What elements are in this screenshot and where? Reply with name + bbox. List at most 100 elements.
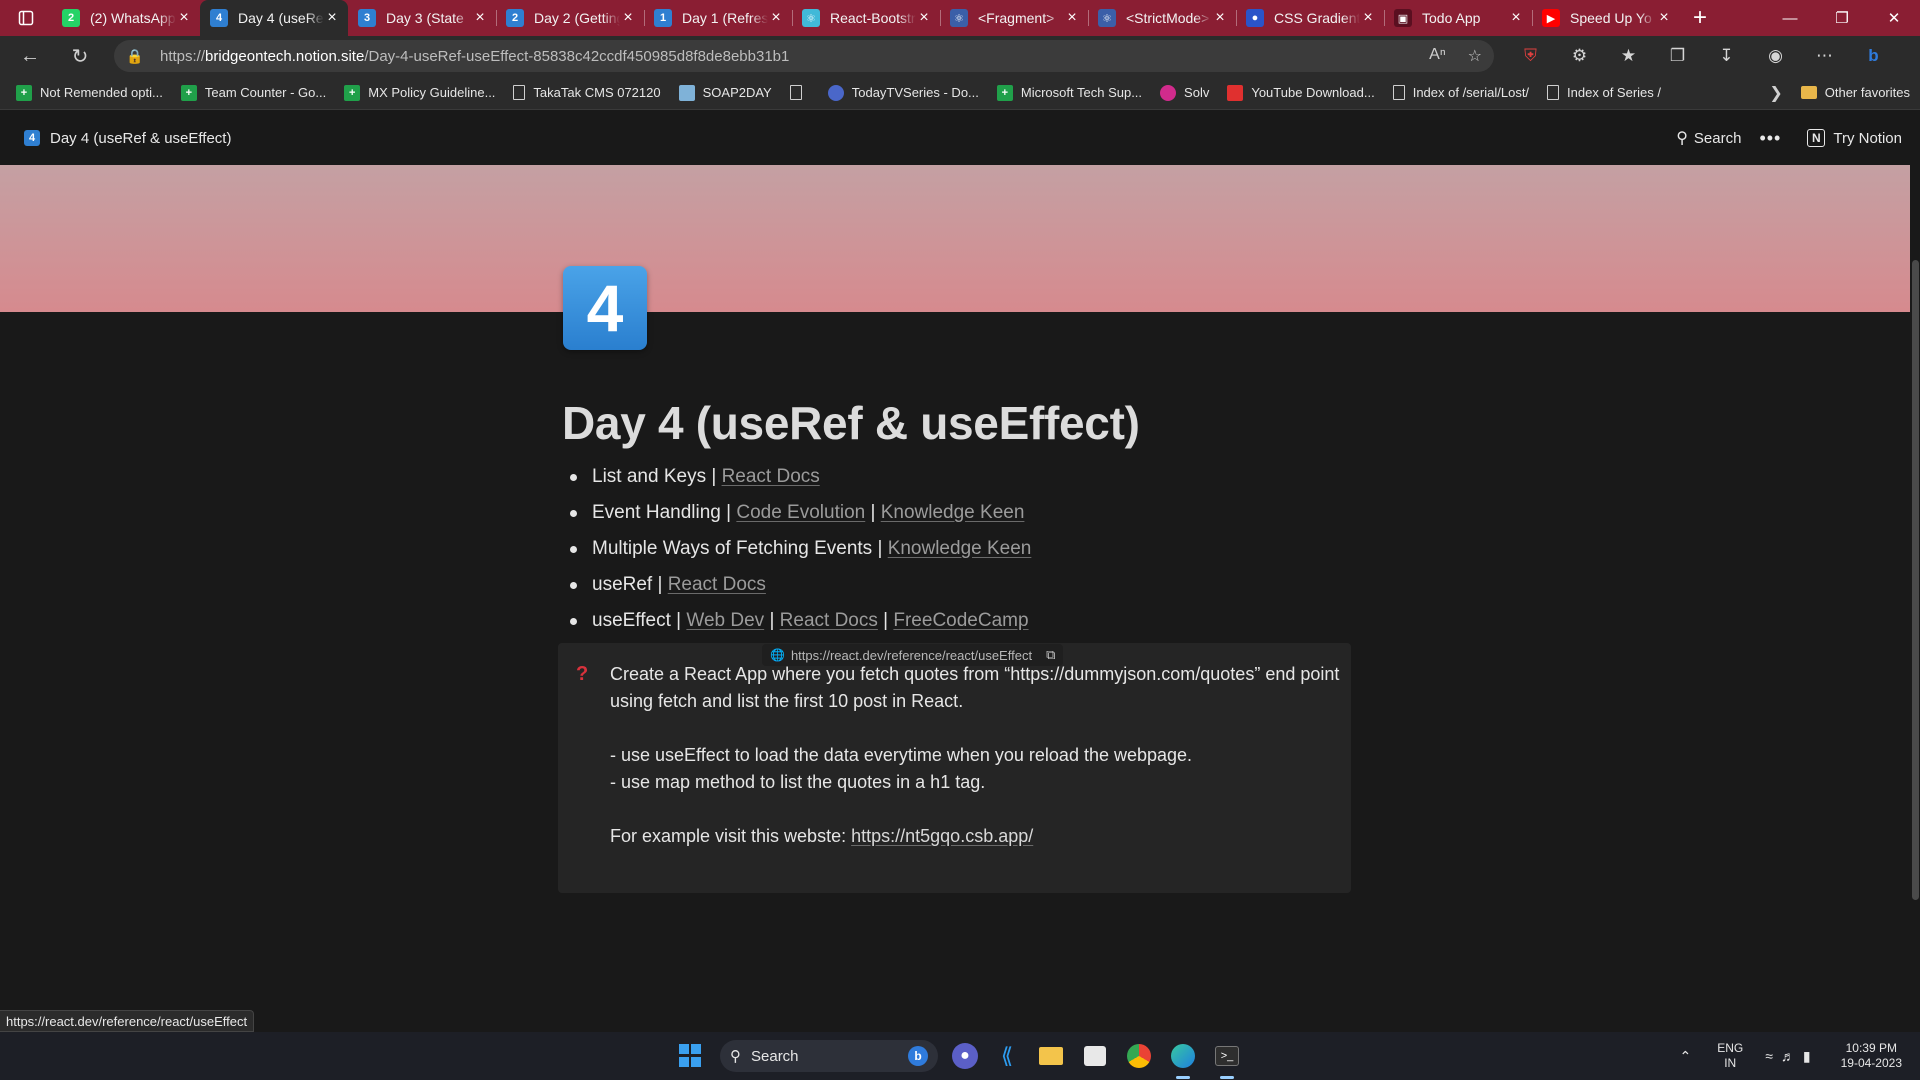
close-tab-icon[interactable]: × (1508, 9, 1524, 27)
resource-link[interactable]: React Docs (722, 466, 820, 487)
resource-link[interactable]: Code Evolution (736, 502, 865, 523)
wifi-volume-battery-icons[interactable]: ≈♬▮ (1765, 1048, 1818, 1065)
minimize-button[interactable]: — (1764, 0, 1816, 36)
close-tab-icon[interactable]: × (768, 9, 784, 27)
close-window-button[interactable]: ✕ (1868, 0, 1920, 36)
restore-button[interactable]: ❐ (1816, 0, 1868, 36)
browser-tab[interactable]: 3 Day 3 (State × (348, 0, 496, 36)
address-url[interactable]: https://bridgeontech.notion.site/Day-4-u… (160, 48, 789, 65)
language-indicator[interactable]: ENG IN (1717, 1041, 1743, 1071)
browser-tab[interactable]: 1 Day 1 (Refresh × (644, 0, 792, 36)
address-bar[interactable]: 🔒 https://bridgeontech.notion.site/Day-4… (114, 40, 1494, 72)
close-tab-icon[interactable]: × (324, 9, 340, 27)
bookmark-item[interactable]: + Team Counter - Go... (180, 84, 326, 101)
bookmark-item[interactable]: Solv (1160, 84, 1209, 101)
browser-tab[interactable]: 2 Day 2 (Getting × (496, 0, 644, 36)
bing-chat-icon[interactable]: b (1849, 46, 1898, 66)
example-link[interactable]: https://nt5gqo.csb.app/ (851, 826, 1033, 846)
close-tab-icon[interactable]: × (472, 9, 488, 27)
sheets-icon: + (180, 84, 197, 101)
edge-icon[interactable] (1168, 1041, 1198, 1079)
bookmark-item[interactable]: Index of /serial/Lost/ (1392, 85, 1529, 100)
resource-link[interactable]: Knowledge Keen (888, 538, 1032, 559)
chrome-icon[interactable] (1124, 1041, 1154, 1071)
tab-title: Day 2 (Getting (534, 10, 620, 26)
close-tab-icon[interactable]: × (1212, 9, 1228, 27)
other-favorites-folder[interactable]: Other favorites (1800, 85, 1910, 100)
tab-title: Day 1 (Refresh (682, 10, 768, 26)
collections-icon[interactable]: ❐ (1653, 46, 1702, 66)
show-hidden-icons-chevron-icon[interactable]: ⌃ (1679, 1048, 1691, 1065)
page-icon-small: 4 (24, 130, 40, 146)
new-tab-button[interactable]: + (1680, 0, 1720, 36)
close-tab-icon[interactable]: × (176, 9, 192, 27)
copy-link-icon[interactable]: ⧉ (1046, 647, 1055, 663)
resource-link[interactable]: Knowledge Keen (881, 502, 1025, 523)
vscode-icon[interactable]: ⟪ (992, 1041, 1022, 1071)
bookmark-item[interactable] (789, 85, 810, 100)
bookmark-item[interactable]: TakaTak CMS 072120 (513, 85, 661, 100)
bookmark-item[interactable]: TodayTVSeries - Do... (827, 84, 979, 101)
bookmark-item[interactable]: + MX Policy Guideline... (344, 84, 495, 101)
bookmark-item[interactable]: SOAP2DAY (678, 84, 772, 101)
resource-link[interactable]: React Docs (668, 574, 766, 595)
search-icon: ⚲ (1676, 130, 1688, 147)
close-tab-icon[interactable]: × (1064, 9, 1080, 27)
bookmark-item[interactable]: + Microsoft Tech Sup... (996, 84, 1142, 101)
resource-link[interactable]: Web Dev (686, 610, 764, 631)
refresh-button[interactable]: ↻ (60, 40, 100, 72)
link-preview-tooltip: 🌐 https://react.dev/reference/react/useE… (762, 644, 1064, 666)
bookmark-item[interactable]: + Not Remended opti... (16, 84, 163, 101)
browser-tab[interactable]: ● CSS Gradient × (1236, 0, 1384, 36)
list-item: List and Keys | React Docs (563, 462, 1031, 498)
bookmark-label: TodayTVSeries - Do... (851, 85, 979, 100)
try-notion-button[interactable]: N Try Notion (1807, 129, 1902, 147)
bookmarks-overflow-chevron-icon[interactable]: ❯ (1769, 83, 1782, 103)
clock[interactable]: 10:39 PM 19-04-2023 (1841, 1041, 1902, 1071)
page-scrollbar[interactable] (1910, 165, 1920, 1032)
bookmark-item[interactable]: Index of Series / (1547, 85, 1661, 100)
browser-tab[interactable]: ⚛ <Fragment> × (940, 0, 1088, 36)
lock-icon[interactable]: 🔒 (126, 48, 148, 65)
add-favorite-icon[interactable]: ☆ (1468, 46, 1482, 66)
scrollbar-thumb[interactable] (1912, 260, 1919, 900)
start-button[interactable] (676, 1041, 706, 1071)
terminal-icon[interactable]: >_ (1212, 1041, 1242, 1079)
bookmark-item[interactable]: YouTube Download... (1227, 84, 1375, 101)
youtube-icon: ▶ (1542, 9, 1560, 27)
browser-tab[interactable]: ⚛ <StrictMode> × (1088, 0, 1236, 36)
browser-tab[interactable]: ▣ Todo App × (1384, 0, 1532, 36)
file-explorer-icon[interactable] (1036, 1041, 1066, 1071)
downloads-icon[interactable]: ↧ (1702, 46, 1751, 66)
tab-actions-button[interactable] (0, 0, 52, 36)
close-tab-icon[interactable]: × (916, 9, 932, 27)
browser-tab[interactable]: ▶ Speed Up Yo × (1532, 0, 1680, 36)
notion-search-button[interactable]: ⚲ Search (1676, 128, 1741, 148)
list-item: Multiple Ways of Fetching Events | Knowl… (563, 534, 1031, 570)
profile-avatar-icon[interactable]: ◉ (1751, 46, 1800, 66)
resource-link[interactable]: React Docs (780, 610, 878, 631)
taskbar-search-box[interactable]: ⚲ Search b (720, 1040, 938, 1072)
browser-tab[interactable]: 4 Day 4 (useRef × (200, 0, 348, 36)
favorites-icon[interactable]: ★ (1604, 46, 1653, 66)
browser-tab[interactable]: ⚛ React-Bootstrap× (792, 0, 940, 36)
breadcrumb-page-title[interactable]: Day 4 (useRef & useEffect) (50, 130, 231, 147)
back-button[interactable]: ← (10, 40, 50, 72)
microsoft-store-icon[interactable] (1080, 1041, 1110, 1071)
more-options-button[interactable]: ••• (1759, 128, 1781, 149)
browser-tab[interactable]: 2 (2) WhatsApp × (52, 0, 200, 36)
read-aloud-icon[interactable]: Aⁿ (1429, 46, 1446, 66)
soap2day-icon (678, 84, 695, 101)
brave-shield-icon[interactable]: ⛨ (1506, 46, 1555, 66)
teams-chat-icon[interactable]: ● (952, 1043, 978, 1069)
tab-title: Day 3 (State (386, 10, 464, 26)
sheets-icon: + (344, 84, 361, 101)
system-tray: ⌃ ENG IN ≈♬▮ 10:39 PM 19-04-2023 (1679, 1032, 1902, 1080)
close-tab-icon[interactable]: × (1656, 9, 1672, 27)
settings-more-icon[interactable]: ⋯ (1800, 46, 1849, 66)
close-tab-icon[interactable]: × (1360, 9, 1376, 27)
extensions-icon[interactable]: ⚙ (1555, 46, 1604, 66)
resource-link[interactable]: FreeCodeCamp (893, 610, 1028, 631)
list-item-text: Event Handling | (592, 502, 732, 523)
close-tab-icon[interactable]: × (620, 9, 636, 27)
